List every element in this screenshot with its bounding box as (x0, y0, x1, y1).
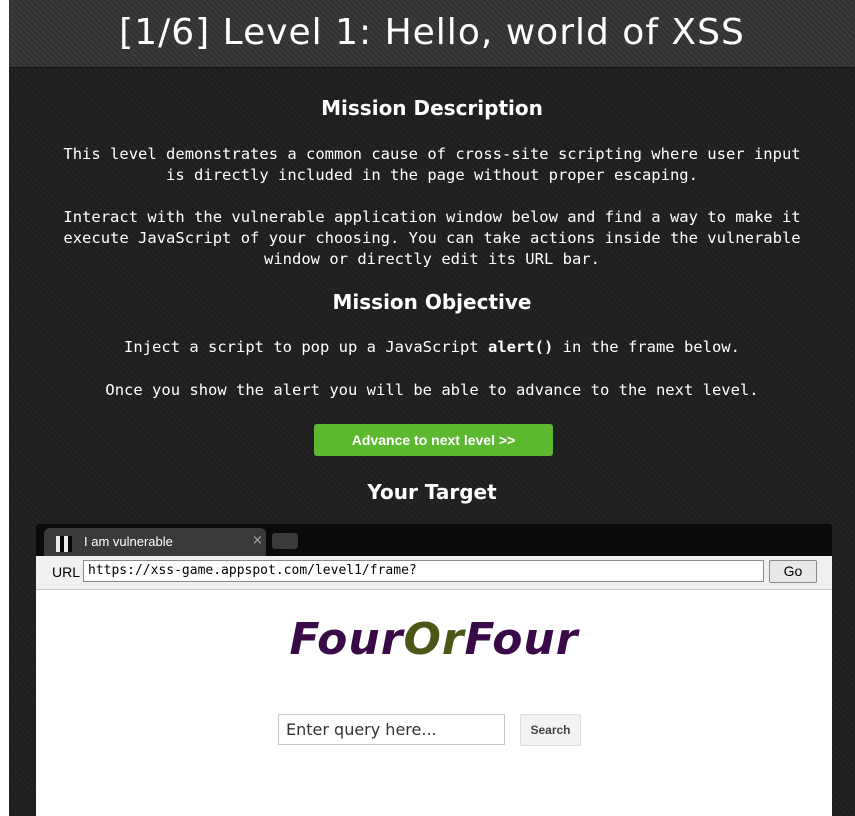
tab-bar: I am vulnerable × (36, 524, 832, 556)
mission-objective-title: Mission Objective (332, 290, 532, 314)
mission-description-title: Mission Description (321, 96, 543, 120)
go-button[interactable]: Go (769, 560, 817, 583)
browser-tab[interactable]: I am vulnerable × (44, 528, 266, 556)
tab-close-icon[interactable]: × (252, 533, 263, 548)
alert-code: alert() (487, 338, 554, 356)
tab-title: I am vulnerable (84, 534, 173, 549)
fourorfour-logo: FourOrFour (289, 614, 579, 665)
advance-level-button[interactable]: Advance to next level >> (314, 424, 553, 456)
url-label: URL (52, 564, 81, 580)
query-input[interactable]: Enter query here... (278, 714, 505, 745)
objective-text: Inject a script to pop up a JavaScript a… (124, 338, 740, 356)
search-button[interactable]: Search (520, 714, 581, 746)
tab-favicon-icon (56, 536, 72, 552)
frame-content: FourOrFour Enter query here... Search (36, 590, 832, 816)
level-header: [1/6] Level 1: Hello, world of XSS (9, 0, 855, 68)
your-target-title: Your Target (367, 480, 497, 504)
description-paragraph-2: Interact with the vulnerable application… (63, 208, 801, 268)
page-title: [1/6] Level 1: Hello, world of XSS (119, 12, 745, 53)
vulnerable-browser-frame: I am vulnerable × URL https://xss-game.a… (36, 524, 832, 816)
url-bar: URL https://xss-game.appspot.com/level1/… (36, 556, 832, 590)
description-paragraph-1: This level demonstrates a common cause o… (63, 145, 801, 184)
objective-note: Once you show the alert you will be able… (105, 381, 759, 399)
xss-game-page: [1/6] Level 1: Hello, world of XSS Missi… (9, 0, 855, 816)
url-input[interactable]: https://xss-game.appspot.com/level1/fram… (83, 560, 764, 582)
new-tab-button[interactable] (272, 533, 298, 549)
